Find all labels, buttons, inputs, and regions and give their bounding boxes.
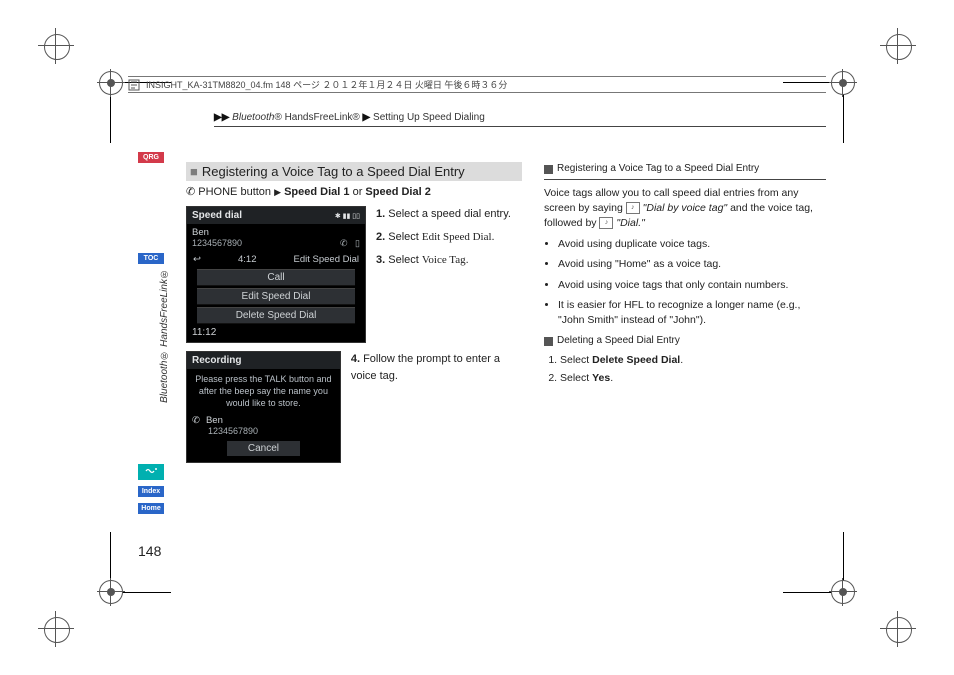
contact-name: Ben: [206, 415, 223, 426]
reg-mark-icon: [884, 615, 912, 643]
step-bold: Edit Speed Dial: [422, 231, 492, 243]
device-screenshot-recording: Recording Please press the TALK button a…: [186, 351, 341, 463]
left-column: ■ Registering a Voice Tag to a Speed Dia…: [186, 162, 522, 575]
back-arrow-icon: ↩: [193, 254, 201, 265]
mini-clock: 4:12: [238, 254, 257, 265]
step: 1. Select a speed dial entry.: [376, 206, 511, 223]
step-text: .: [466, 254, 469, 266]
contact-name: Ben: [192, 227, 360, 238]
menu-item-call: Call: [197, 269, 355, 286]
device-screenshot-speed-dial: Speed dial ✱ ▮▮ ▯▯ Ben 1234567890 ✆ ▯: [186, 206, 366, 343]
path-text: PHONE button: [198, 186, 271, 198]
document-meta-bar: INSIGHT_KA-31TM8820_04.fm 148 ページ ２０１２年１…: [128, 76, 826, 93]
step-text: Select: [388, 231, 422, 243]
voice-command-icon: ♪: [599, 217, 613, 229]
heading-marker-icon: ■: [190, 164, 198, 179]
screen-title: Speed dial: [192, 210, 242, 221]
cancel-button: Cancel: [227, 441, 300, 456]
phone-small-icon: ✆: [192, 415, 200, 426]
procedure-steps: 1. Select a speed dial entry. 2. Select …: [376, 206, 511, 343]
framemaker-icon: [128, 79, 140, 91]
sidebar-heading-text: Registering a Voice Tag to a Speed Dial …: [557, 162, 759, 177]
step-text: .: [492, 231, 495, 243]
list-item: It is easier for HFL to recognize a long…: [558, 298, 826, 328]
delete-steps: Select Delete Speed Dial. Select Yes.: [544, 353, 826, 386]
edit-speed-dial-inline: Edit Speed Dial: [294, 254, 359, 265]
intro-italic: "Dial by voice tag": [643, 202, 728, 214]
intro-paragraph: Voice tags allow you to call speed dial …: [544, 186, 826, 232]
path-option: Speed Dial 1: [284, 186, 349, 198]
breadcrumb-part: Setting Up Speed Dialing: [373, 112, 485, 123]
tips-list: Avoid using duplicate voice tags. Avoid …: [544, 237, 826, 328]
menu-item-edit: Edit Speed Dial: [197, 288, 355, 305]
step: Select Delete Speed Dial.: [560, 353, 826, 368]
step-text: .: [610, 372, 613, 384]
step-text: Select: [560, 354, 592, 366]
step: 2. Select Edit Speed Dial.: [376, 229, 511, 246]
tab-qrg[interactable]: QRG: [138, 152, 164, 163]
tab-index[interactable]: Index: [138, 486, 164, 497]
step-number: 2.: [376, 231, 385, 243]
path-option: Speed Dial 2: [365, 186, 430, 198]
breadcrumb: ▶▶ Bluetooth® HandsFreeLink® ▶ Setting U…: [214, 112, 826, 127]
page-number: 148: [138, 543, 161, 559]
voice-command-icon: ♪: [626, 202, 640, 214]
divider: [544, 179, 826, 180]
note-icon: [544, 165, 553, 174]
sidebar-heading: Registering a Voice Tag to a Speed Dial …: [544, 162, 826, 177]
triangle-icon: ▶: [274, 187, 281, 197]
recording-message: Please press the TALK button and after t…: [187, 369, 340, 415]
heading-text: Registering a Voice Tag to a Speed Dial …: [202, 164, 465, 179]
contact-number: 1234567890: [192, 426, 335, 436]
reg-mark-icon: [884, 32, 912, 60]
status-icons: ✱ ▮▮ ▯▯: [335, 212, 360, 220]
step-text: .: [680, 354, 683, 366]
step: Select Yes.: [560, 371, 826, 386]
screen-title: Recording: [192, 355, 241, 366]
breadcrumb-arrow-icon: ▶▶: [214, 112, 229, 123]
intro-italic: "Dial.": [616, 217, 644, 229]
menu-path: ✆ PHONE button ▶ Speed Dial 1 or Speed D…: [186, 185, 522, 198]
sidebar-subheading: Deleting a Speed Dial Entry: [544, 334, 826, 349]
subheading-text: Deleting a Speed Dial Entry: [557, 334, 680, 349]
list-item: Avoid using voice tags that only contain…: [558, 278, 826, 293]
screen-clock: 11:12: [187, 326, 365, 342]
menu-item-delete: Delete Speed Dial: [197, 307, 355, 324]
section-heading: ■ Registering a Voice Tag to a Speed Dia…: [186, 162, 522, 181]
tab-toc[interactable]: TOC: [138, 253, 164, 264]
note-icon: [544, 337, 553, 346]
procedure-steps: 4. Follow the prompt to enter a voice ta…: [351, 351, 522, 463]
phone-icon: ✆: [186, 186, 195, 198]
step-number: 1.: [376, 208, 385, 220]
phone-small-icon: ✆: [340, 238, 348, 248]
step-number: 3.: [376, 254, 385, 266]
list-item: Avoid using "Home" as a voice tag.: [558, 257, 826, 272]
document-meta-text: INSIGHT_KA-31TM8820_04.fm 148 ページ ２０１２年１…: [146, 78, 507, 91]
step-text: Select a speed dial entry.: [388, 208, 511, 220]
step-number: 4.: [351, 353, 360, 365]
step-bold: Delete Speed Dial: [592, 354, 680, 366]
breadcrumb-part: ® HandsFreeLink®: [274, 112, 359, 123]
list-item: Avoid using duplicate voice tags.: [558, 237, 826, 252]
right-column: Registering a Voice Tag to a Speed Dial …: [544, 162, 826, 575]
contact-number: 1234567890: [192, 238, 242, 249]
tab-home[interactable]: Home: [138, 503, 164, 514]
signal-icon: ▯: [355, 238, 360, 248]
step-bold: Yes: [592, 372, 610, 384]
reg-mark-icon: [42, 32, 70, 60]
step-bold: Voice Tag: [422, 254, 466, 266]
step: 3. Select Voice Tag.: [376, 252, 511, 269]
breadcrumb-part: Bluetooth: [232, 112, 274, 123]
reg-mark-icon: [42, 615, 70, 643]
step-text: Select: [388, 254, 422, 266]
step-text: Follow the prompt to enter a voice tag.: [351, 353, 500, 382]
crop-corner-icon: [110, 532, 171, 593]
path-or: or: [353, 186, 366, 198]
page-content: ■ Registering a Voice Tag to a Speed Dia…: [186, 162, 826, 575]
section-vertical-label: Bluetooth® HandsFreeLink®: [159, 268, 170, 403]
step: 4. Follow the prompt to enter a voice ta…: [351, 351, 522, 385]
voice-command-tab-icon[interactable]: [138, 464, 164, 480]
breadcrumb-arrow-icon: ▶: [363, 112, 371, 123]
step-text: Select: [560, 372, 592, 384]
